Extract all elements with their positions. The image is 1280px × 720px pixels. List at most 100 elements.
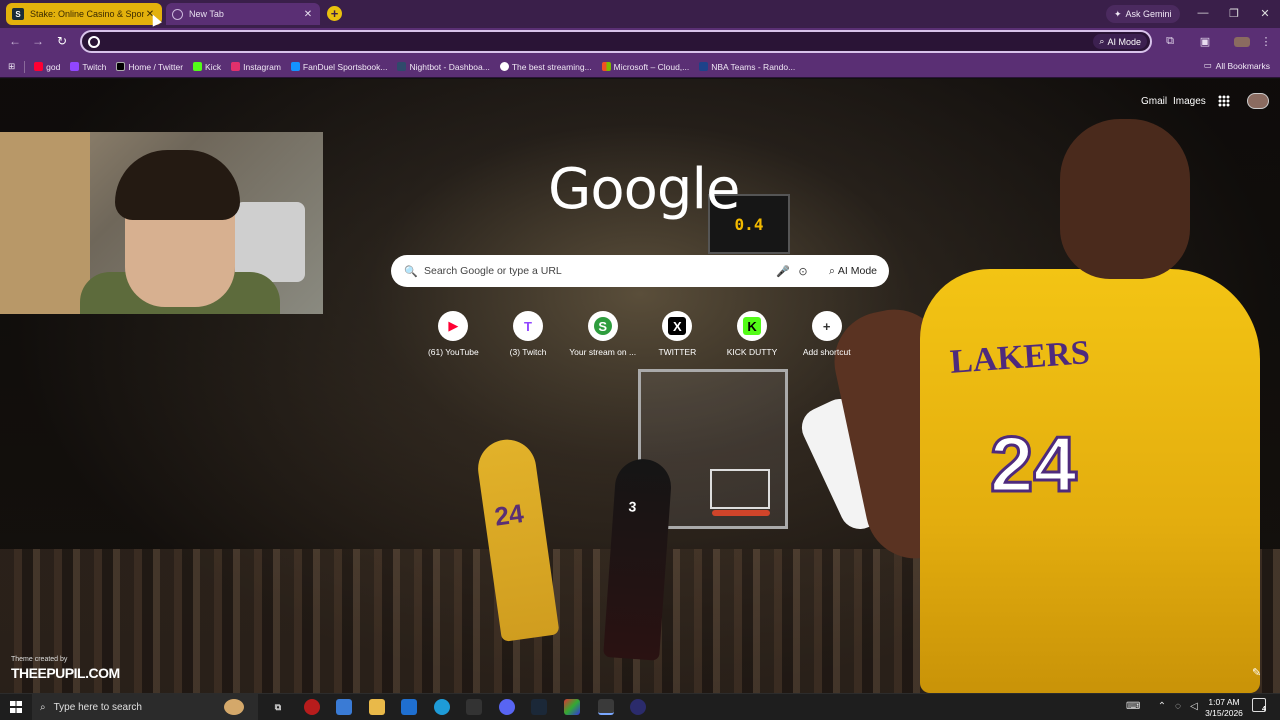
tab-new-tab[interactable]: New Tab ✕ bbox=[166, 3, 320, 25]
chrome-taskbar-icon[interactable] bbox=[598, 699, 614, 715]
omnibox-ai-mode-button[interactable]: ⌕ AI Mode bbox=[1093, 34, 1147, 49]
restore-button[interactable]: ❐ bbox=[1227, 7, 1241, 20]
shortcut-label: (61) YouTube bbox=[427, 347, 479, 357]
all-bookmarks-button[interactable]: ▭ All Bookmarks bbox=[1204, 60, 1270, 71]
hoop-rim bbox=[712, 510, 770, 516]
bookmark-label: NBA Teams - Rando... bbox=[711, 61, 796, 72]
omnibox[interactable]: ⌕ AI Mode bbox=[80, 30, 1152, 53]
forward-button[interactable]: → bbox=[31, 34, 45, 48]
discord-icon[interactable] bbox=[499, 699, 515, 715]
shortcut-add[interactable]: + Add shortcut bbox=[789, 311, 864, 371]
shortcut-youtube[interactable]: ▶ (61) YouTube bbox=[416, 311, 491, 371]
x-icon: X bbox=[662, 311, 693, 341]
apps-grid-icon[interactable]: ⊞ bbox=[0, 61, 20, 72]
windows-start-icon[interactable] bbox=[10, 701, 22, 713]
bookmark-twitch[interactable]: Twitch bbox=[65, 62, 111, 72]
back-button[interactable]: ← bbox=[8, 34, 22, 48]
obs-icon[interactable] bbox=[630, 699, 646, 715]
shortcut-twitch[interactable]: T (3) Twitch bbox=[491, 311, 566, 371]
shortcut-glyph: X bbox=[668, 317, 687, 335]
nba-icon bbox=[699, 62, 709, 71]
lens-icon[interactable]: ⊙ bbox=[793, 265, 813, 278]
webcam-hair bbox=[115, 150, 240, 220]
webcam-background-object bbox=[235, 202, 305, 282]
images-link[interactable]: Images bbox=[1173, 96, 1206, 107]
steam-icon[interactable] bbox=[531, 699, 547, 715]
google-apps-icon[interactable] bbox=[1218, 95, 1230, 107]
fanduel-icon bbox=[290, 62, 300, 71]
tab-stake[interactable]: S Stake: Online Casino & Sports ✕ bbox=[6, 3, 162, 25]
store-icon[interactable] bbox=[336, 699, 352, 715]
bookmark-fanduel[interactable]: FanDuel Sportsbook... bbox=[286, 62, 393, 72]
bookmark-label: god bbox=[46, 61, 61, 72]
shortcut-glyph: S bbox=[593, 317, 612, 335]
bookmark-twitter[interactable]: Home / Twitter bbox=[111, 62, 188, 72]
weather-icon[interactable] bbox=[224, 699, 244, 715]
chevron-up-icon[interactable]: ⌃ bbox=[1156, 701, 1168, 712]
shortcut-twitter[interactable]: X TWITTER bbox=[640, 311, 715, 371]
player-number: 3 bbox=[628, 498, 637, 515]
kick-icon: K bbox=[737, 311, 768, 341]
extensions-icon[interactable]: ⧉ bbox=[1163, 35, 1177, 48]
profile-avatar[interactable] bbox=[1234, 37, 1250, 47]
sidepanel-icon[interactable]: ▣ bbox=[1198, 35, 1212, 48]
bookmark-nba[interactable]: NBA Teams - Rando... bbox=[694, 62, 800, 72]
theme-brand-link[interactable]: THEEPUPIL.COM bbox=[11, 665, 120, 681]
keyboard-icon[interactable]: ⌨ bbox=[1126, 701, 1140, 712]
minimize-button[interactable]: — bbox=[1196, 7, 1210, 19]
mail-icon[interactable] bbox=[401, 699, 417, 715]
taskbar-search-input[interactable]: Type here to search bbox=[54, 702, 142, 713]
shortcut-label: KICK DUTTY bbox=[726, 347, 778, 357]
gmail-link[interactable]: Gmail bbox=[1141, 96, 1167, 107]
bookmark-nightbot[interactable]: Nightbot - Dashboa... bbox=[392, 62, 494, 72]
bookmark-instagram[interactable]: Instagram bbox=[226, 62, 286, 72]
app-icon-colorful[interactable] bbox=[564, 699, 580, 715]
tab-strip: S Stake: Online Casino & Sports ✕ New Ta… bbox=[0, 0, 1280, 28]
windows-taskbar: ⌕ Type here to search ⧉ ⌨ ⌃ ◌ ◁ 1:07 AM … bbox=[0, 693, 1280, 720]
account-avatar[interactable] bbox=[1247, 93, 1269, 109]
close-tab-icon[interactable]: ✕ bbox=[302, 9, 314, 20]
microphone-icon[interactable]: 🎤 bbox=[773, 265, 793, 278]
instagram-icon bbox=[231, 62, 241, 71]
bookmark-god[interactable]: god bbox=[29, 62, 65, 72]
divider bbox=[24, 60, 26, 73]
file-explorer-icon[interactable] bbox=[369, 699, 385, 715]
browser-toolbar: ← → ↻ ⌕ AI Mode ⧉ ▣ ⋮ bbox=[0, 28, 1280, 56]
all-bookmarks-label: All Bookmarks bbox=[1215, 60, 1270, 71]
shortcut-stream[interactable]: S Your stream on ... bbox=[565, 311, 640, 371]
ai-mode-label: AI Mode bbox=[1107, 36, 1141, 47]
twitch-icon bbox=[70, 62, 80, 71]
bookmark-microsoft[interactable]: Microsoft – Cloud,... bbox=[597, 62, 695, 72]
task-view-icon[interactable]: ⧉ bbox=[270, 699, 286, 715]
google-icon bbox=[88, 35, 100, 48]
search-input[interactable]: Search Google or type a URL bbox=[424, 265, 773, 277]
shortcut-label: (3) Twitch bbox=[509, 347, 547, 357]
bookmark-kick[interactable]: Kick bbox=[188, 62, 226, 72]
bookmark-label: The best streaming... bbox=[511, 61, 592, 72]
bookmark-label: Kick bbox=[205, 61, 222, 72]
ask-gemini-button[interactable]: ✦ Ask Gemini bbox=[1106, 5, 1180, 23]
bookmark-streaming[interactable]: The best streaming... bbox=[495, 62, 597, 72]
shortcut-kick[interactable]: K KICK DUTTY bbox=[715, 311, 790, 371]
shortcut-label: TWITTER bbox=[658, 347, 697, 357]
volume-icon[interactable]: ◁ bbox=[1188, 701, 1200, 712]
google-logo: Google bbox=[548, 157, 740, 222]
ntp-search-box[interactable]: 🔍 Search Google or type a URL 🎤 ⊙ ⌕ AI M… bbox=[391, 255, 889, 287]
webcam-wall bbox=[0, 132, 90, 314]
edge-icon[interactable] bbox=[434, 699, 450, 715]
customize-pencil-icon[interactable]: ✎ bbox=[1252, 666, 1261, 679]
network-icon[interactable]: ◌ bbox=[1172, 701, 1184, 712]
taskbar-clock[interactable]: 1:07 AM 3/15/2026 bbox=[1200, 697, 1248, 719]
reload-button[interactable]: ↻ bbox=[55, 34, 69, 48]
new-tab-button[interactable]: + bbox=[327, 6, 342, 21]
plus-icon: + bbox=[811, 311, 842, 341]
chrome-icon bbox=[172, 8, 183, 20]
ai-mode-button[interactable]: ⌕ AI Mode bbox=[821, 260, 885, 282]
stream-icon: S bbox=[587, 311, 618, 341]
menu-kebab-icon[interactable]: ⋮ bbox=[1259, 35, 1273, 48]
ai-mode-label: AI Mode bbox=[837, 265, 877, 277]
search-icon: ⌕ bbox=[40, 702, 46, 713]
app-icon-dark[interactable] bbox=[466, 699, 482, 715]
app-icon-red[interactable] bbox=[304, 699, 320, 715]
close-window-button[interactable]: ✕ bbox=[1258, 7, 1272, 20]
